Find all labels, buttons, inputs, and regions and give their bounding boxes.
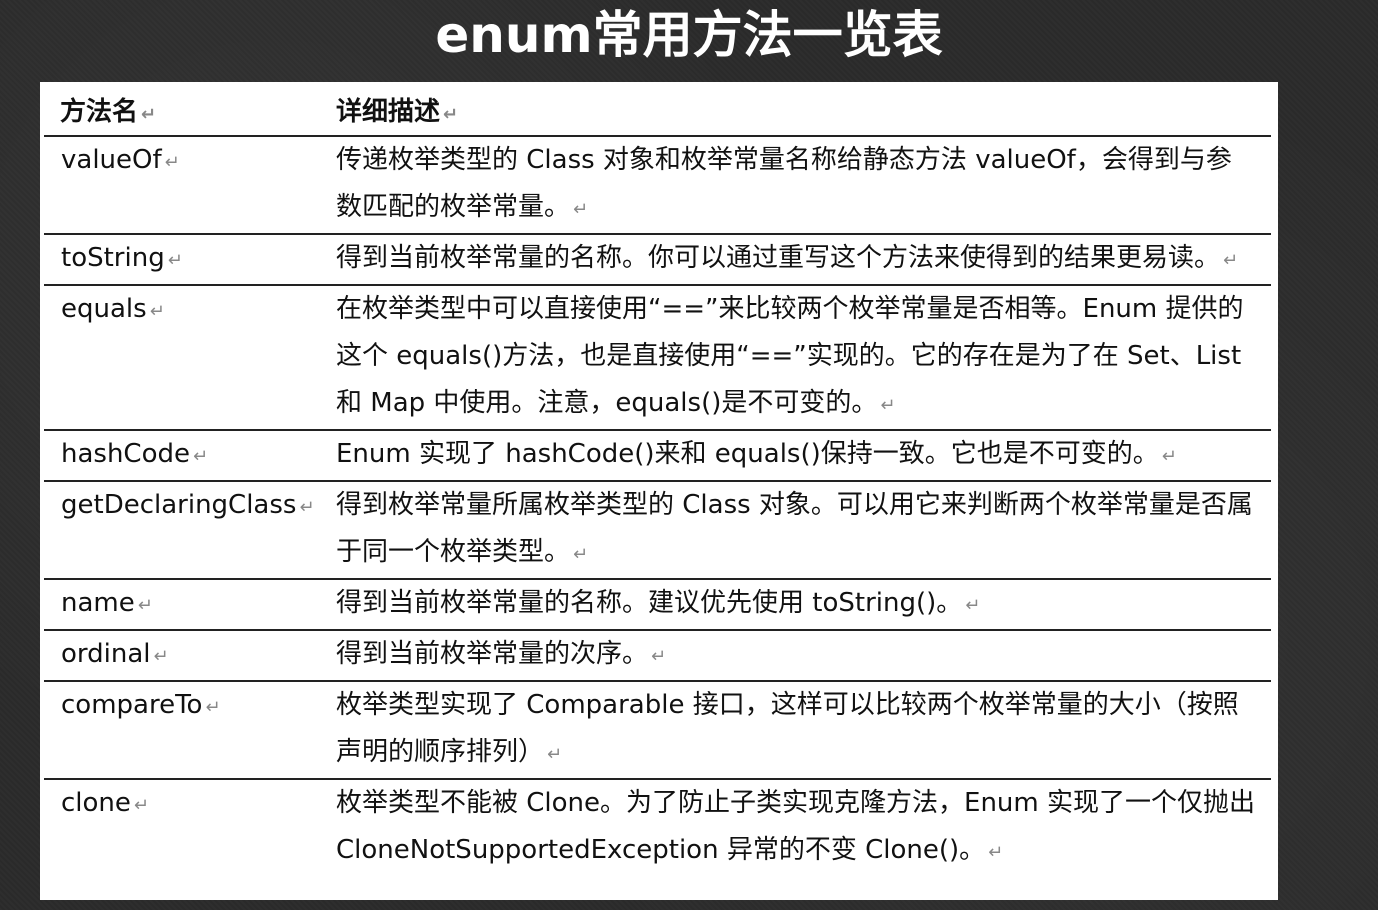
return-mark-icon: ↵	[988, 842, 1004, 863]
return-mark-icon: ↵	[651, 646, 667, 667]
table-row: equals ↵ 在枚举类型中可以直接使用“==”来比较两个枚举常量是否相等。En…	[44, 285, 1271, 431]
return-mark-icon: ↵	[153, 646, 169, 667]
method-description-cell: 枚举类型不能被 Clone。为了防止子类实现克隆方法，Enum 实现了一个仅抛出…	[319, 779, 1271, 876]
method-name: ordinal	[61, 639, 151, 669]
table-row: toString ↵ 得到当前枚举常量的名称。你可以通过重写这个方法来使得到的结果…	[44, 234, 1271, 286]
method-name: hashCode	[61, 439, 190, 469]
method-name-cell: equals ↵	[44, 285, 319, 431]
method-name-cell: hashCode ↵	[44, 430, 319, 482]
table-row: compareTo ↵ 枚举类型实现了 Comparable 接口，这样可以比较两…	[44, 681, 1271, 780]
method-description-cell: 得到当前枚举常量的次序。 ↵	[319, 630, 1271, 682]
return-mark-icon: ↵	[164, 152, 180, 173]
method-description: 传递枚举类型的 Class 对象和枚举常量名称给静态方法 valueOf，会得到…	[336, 145, 1232, 222]
table-row: name ↵ 得到当前枚举常量的名称。建议优先使用 toString()。 ↵	[44, 579, 1271, 631]
return-mark-icon: ↵	[299, 497, 315, 518]
column-header-description: 详细描述 ↵	[319, 92, 1271, 137]
table-header-row: 方法名 ↵ 详细描述 ↵	[44, 92, 1271, 137]
return-mark-icon: ↵	[193, 446, 209, 467]
method-name-cell: compareTo ↵	[44, 681, 319, 780]
method-description: Enum 实现了 hashCode()来和 equals()保持一致。它也是不可…	[336, 439, 1159, 469]
return-mark-icon: ↵	[547, 744, 563, 765]
method-name: name	[61, 588, 135, 618]
method-name: compareTo	[61, 690, 203, 720]
return-mark-icon: ↵	[141, 104, 157, 125]
method-description-cell: 得到枚举常量所属枚举类型的 Class 对象。可以用它来判断两个枚举常量是否属于…	[319, 481, 1271, 580]
method-name: toString	[61, 243, 165, 273]
method-description-cell: 枚举类型实现了 Comparable 接口，这样可以比较两个枚举常量的大小（按照…	[319, 681, 1271, 780]
method-description-cell: 得到当前枚举常量的名称。你可以通过重写这个方法来使得到的结果更易读。 ↵	[319, 234, 1271, 286]
return-mark-icon: ↵	[167, 250, 183, 271]
method-description: 枚举类型实现了 Comparable 接口，这样可以比较两个枚举常量的大小（按照…	[336, 690, 1239, 767]
table-row: hashCode ↵ Enum 实现了 hashCode()来和 equals()…	[44, 430, 1271, 482]
return-mark-icon: ↵	[880, 395, 896, 416]
method-name: valueOf	[61, 145, 162, 175]
methods-table-panel: 方法名 ↵ 详细描述 ↵ valueOf ↵ 传递枚举类型的 Class 对象和枚举常…	[40, 82, 1278, 900]
column-header-method-name: 方法名 ↵	[44, 92, 319, 137]
table-row: ordinal ↵ 得到当前枚举常量的次序。 ↵	[44, 630, 1271, 682]
method-description: 得到当前枚举常量的次序。	[336, 639, 649, 669]
return-mark-icon: ↵	[133, 795, 149, 816]
method-name-cell: name ↵	[44, 579, 319, 631]
method-description: 枚举类型不能被 Clone。为了防止子类实现克隆方法，Enum 实现了一个仅抛出…	[336, 788, 1256, 865]
return-mark-icon: ↵	[149, 301, 165, 322]
return-mark-icon: ↵	[137, 595, 153, 616]
method-name: clone	[61, 788, 131, 818]
method-name-cell: valueOf ↵	[44, 136, 319, 235]
return-mark-icon: ↵	[1223, 250, 1239, 271]
method-description-cell: 在枚举类型中可以直接使用“==”来比较两个枚举常量是否相等。Enum 提供的这个…	[319, 285, 1271, 431]
method-name: getDeclaringClass	[61, 490, 297, 520]
method-name: equals	[61, 294, 147, 324]
method-name-cell: getDeclaringClass ↵	[44, 481, 319, 580]
return-mark-icon: ↵	[443, 104, 459, 125]
methods-table: 方法名 ↵ 详细描述 ↵ valueOf ↵ 传递枚举类型的 Class 对象和枚举常…	[44, 92, 1271, 876]
method-description-cell: 传递枚举类型的 Class 对象和枚举常量名称给静态方法 valueOf，会得到…	[319, 136, 1271, 235]
method-description: 得到当前枚举常量的名称。你可以通过重写这个方法来使得到的结果更易读。	[336, 243, 1221, 273]
slide-title: enum常用方法一览表	[435, 6, 943, 64]
method-name-cell: clone ↵	[44, 779, 319, 876]
method-description: 得到当前枚举常量的名称。建议优先使用 toString()。	[336, 588, 963, 618]
header-label: 详细描述	[336, 97, 441, 127]
return-mark-icon: ↵	[965, 595, 981, 616]
method-description: 在枚举类型中可以直接使用“==”来比较两个枚举常量是否相等。Enum 提供的这个…	[336, 294, 1244, 418]
return-mark-icon: ↵	[205, 697, 221, 718]
return-mark-icon: ↵	[573, 199, 589, 220]
method-description-cell: 得到当前枚举常量的名称。建议优先使用 toString()。 ↵	[319, 579, 1271, 631]
return-mark-icon: ↵	[1161, 446, 1177, 467]
table-row: getDeclaringClass ↵ 得到枚举常量所属枚举类型的 Class 对…	[44, 481, 1271, 580]
method-description-cell: Enum 实现了 hashCode()来和 equals()保持一致。它也是不可…	[319, 430, 1271, 482]
method-description: 得到枚举常量所属枚举类型的 Class 对象。可以用它来判断两个枚举常量是否属于…	[336, 490, 1253, 567]
table-row: valueOf ↵ 传递枚举类型的 Class 对象和枚举常量名称给静态方法 va…	[44, 136, 1271, 235]
method-name-cell: toString ↵	[44, 234, 319, 286]
table-row: clone ↵ 枚举类型不能被 Clone。为了防止子类实现克隆方法，Enum 实…	[44, 779, 1271, 876]
header-label: 方法名	[60, 97, 139, 127]
method-name-cell: ordinal ↵	[44, 630, 319, 682]
return-mark-icon: ↵	[573, 544, 589, 565]
